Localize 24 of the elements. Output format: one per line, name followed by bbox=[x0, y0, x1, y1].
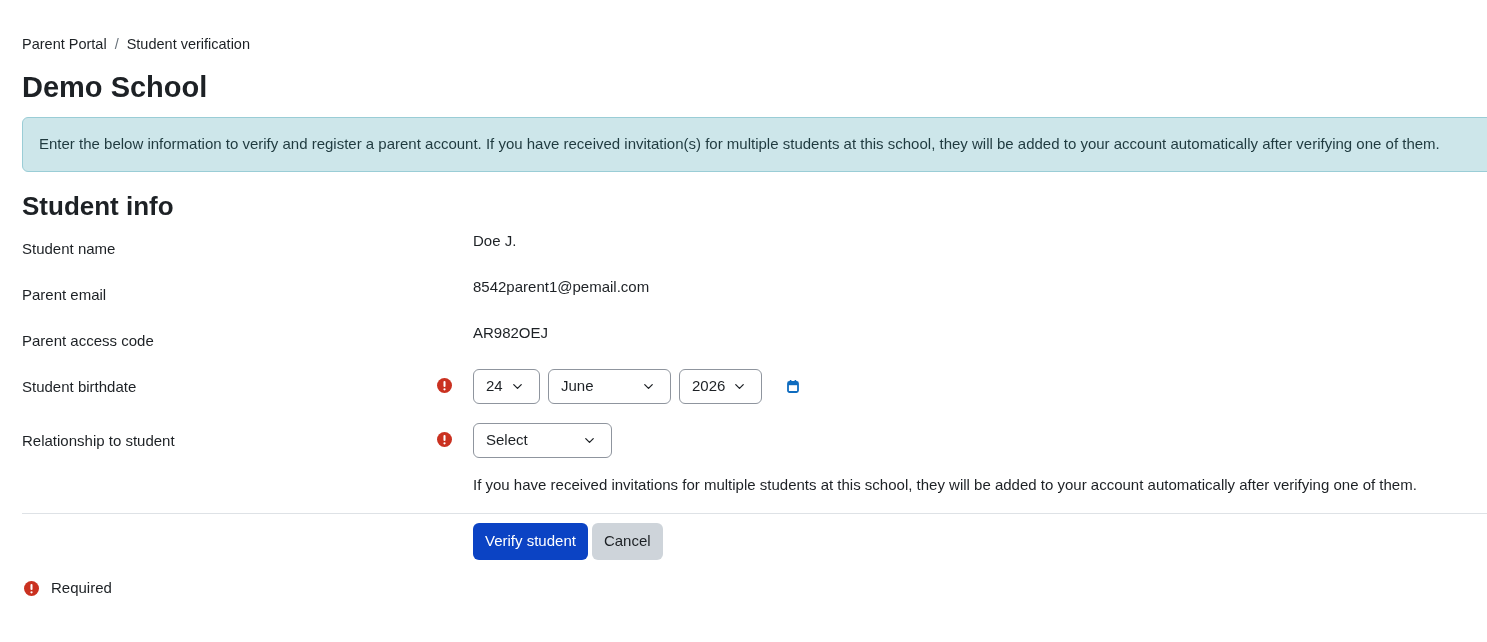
section-heading: Student info bbox=[22, 190, 174, 222]
calendar-icon[interactable] bbox=[787, 380, 799, 393]
field-label: Parent email bbox=[22, 286, 107, 303]
breadcrumb-link[interactable]: Student verification bbox=[126, 34, 250, 54]
year-select[interactable]: 2026 bbox=[679, 369, 762, 404]
relationship-select[interactable]: Select bbox=[473, 423, 612, 458]
field-value: 8542parent1@pemail.com bbox=[473, 277, 650, 297]
field-label: Student name bbox=[22, 240, 116, 257]
field-label: Parent access code bbox=[22, 332, 154, 349]
field-value: AR982OEJ bbox=[473, 323, 549, 343]
page-title: Demo School bbox=[22, 70, 208, 105]
verify-button[interactable]: Verify student bbox=[473, 523, 588, 560]
legend-label: Required bbox=[51, 578, 112, 598]
breadcrumb-separator: / bbox=[114, 35, 119, 54]
breadcrumb-link[interactable]: Parent Portal bbox=[22, 34, 107, 54]
field-label: Student birthdate bbox=[22, 378, 137, 395]
month-select[interactable]: June bbox=[548, 369, 671, 404]
field-value: Doe J. bbox=[473, 231, 517, 251]
help-text: If you have received invitations for multiple students at this school, they will be added to your account automatically after verifying one of them. bbox=[473, 475, 1417, 495]
info-alert: Enter the below information to verify and register a parent account. If you have received invitation(s) for multiple students at this school, they will be added to your account automatically after verifying one of them. bbox=[22, 117, 1487, 172]
required-icon bbox=[24, 580, 39, 596]
cancel-button[interactable]: Cancel bbox=[591, 523, 663, 560]
day-select[interactable]: 24 bbox=[473, 369, 540, 404]
field-label: Relationship to student bbox=[22, 432, 175, 449]
